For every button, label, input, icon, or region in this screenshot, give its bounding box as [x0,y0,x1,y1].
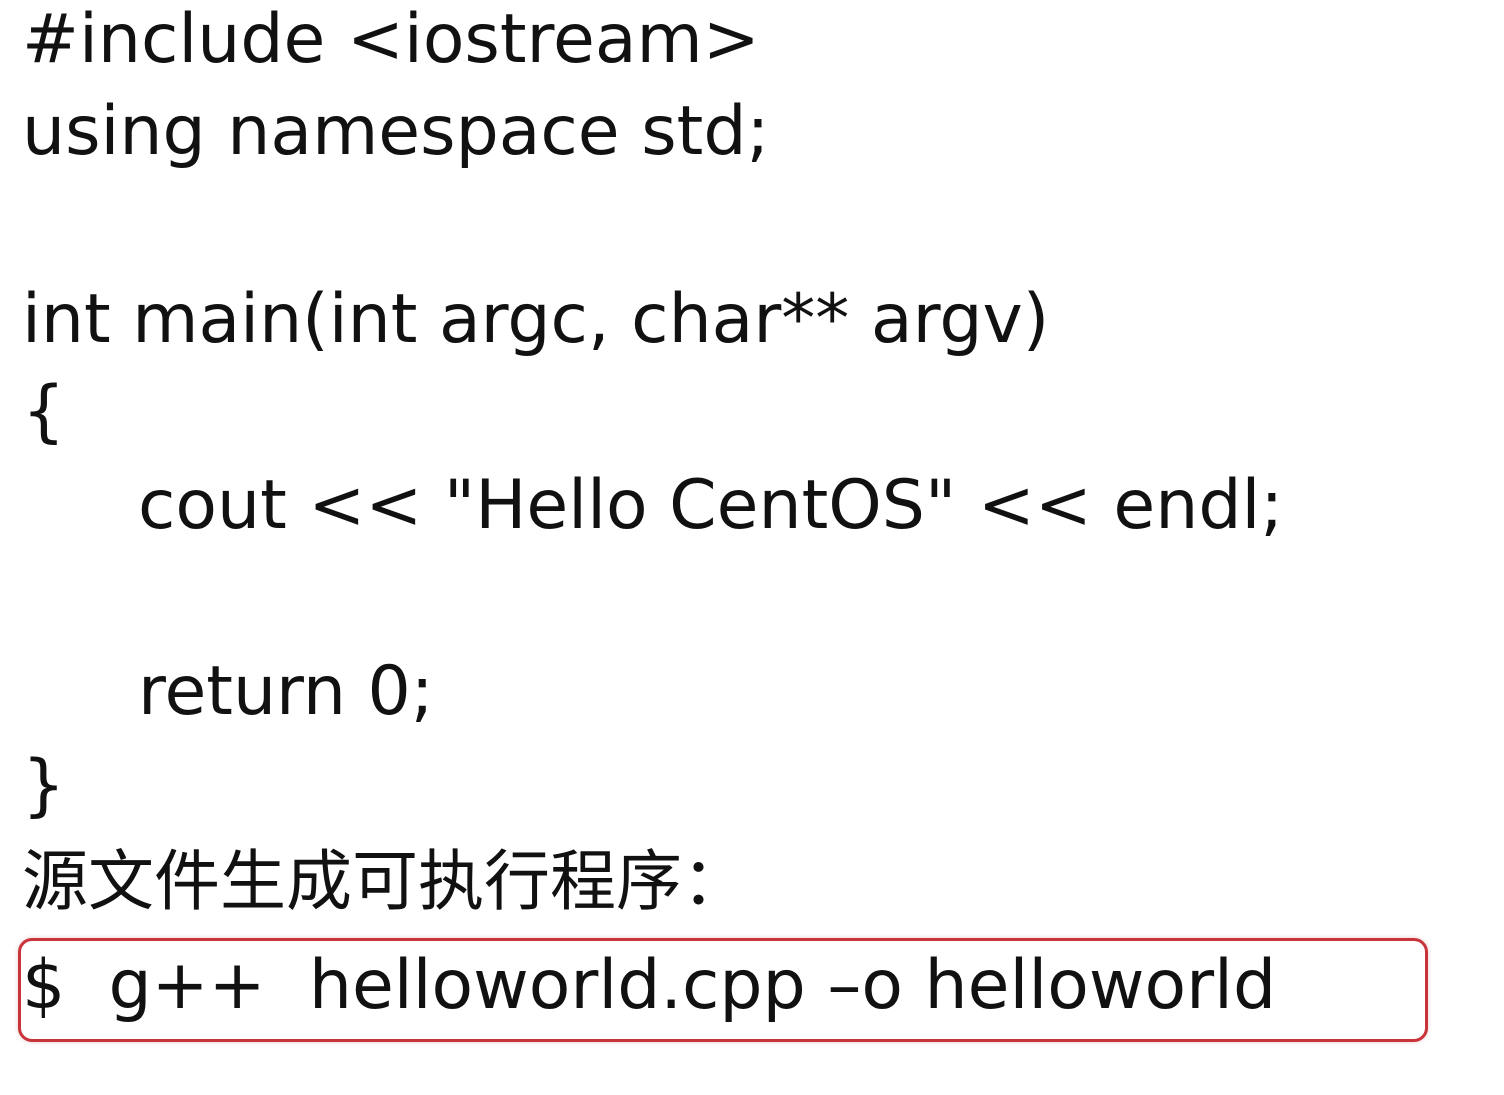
code-line-close-brace: } [22,746,66,825]
compile-caption: 源文件生成可执行程序： [22,843,748,920]
code-line-cout: cout << "Hello CentOS" << endl; [138,466,1284,545]
code-line-include: #include <iostream> [22,0,760,79]
code-line-main-signature: int main(int argc, char** argv) [22,280,1050,359]
code-slide: #include <iostream> using namespace std;… [0,0,1504,1095]
code-line-namespace: using namespace std; [22,92,770,171]
compile-command: $ g++ helloworld.cpp –o helloworld [22,946,1277,1025]
code-line-open-brace: { [22,372,66,451]
code-line-return: return 0; [138,652,434,731]
